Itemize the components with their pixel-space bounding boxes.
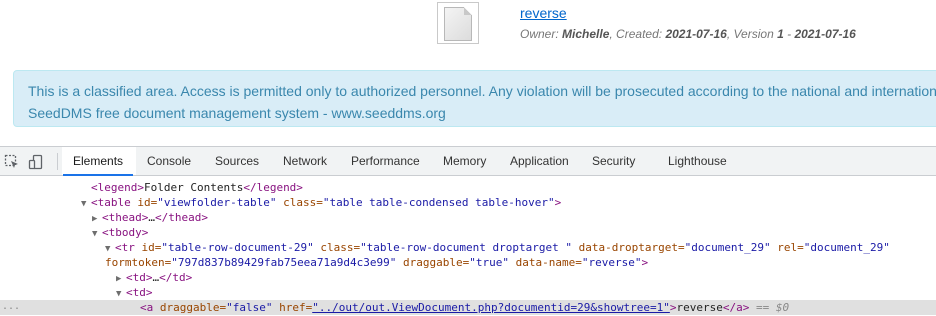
device-toolbar-icon[interactable]	[28, 154, 44, 170]
owner-label: Owner:	[520, 27, 559, 41]
tree-node-tr[interactable]: ▼ <tr id="table-row-document-29" class="t…	[105, 240, 890, 255]
tab-network[interactable]: Network	[283, 147, 327, 175]
equals-marker: ==	[749, 301, 776, 314]
version-date: 2021-07-16	[794, 27, 856, 41]
toolbar-separator	[57, 153, 58, 170]
tag-close: </legend>	[243, 181, 303, 194]
attr-value: "797d837b89429fab75eea71a9d4c3e99"	[171, 256, 397, 269]
node-text: Folder Contents	[143, 181, 244, 194]
attr-name: id=	[134, 241, 162, 254]
alert-line-2: SeedDMS free document management system …	[28, 105, 446, 121]
attr-name: draggable=	[153, 301, 227, 314]
clipped-line	[300, 177, 800, 179]
tag-open: <tr	[115, 241, 135, 254]
tree-node-td-collapsed[interactable]: ▶ <td>…</td>	[116, 270, 192, 285]
tab-performance[interactable]: Performance	[351, 147, 420, 175]
tag-close: </a>	[722, 301, 750, 314]
owner-value: Michelle	[562, 27, 610, 41]
tag-open: <td>	[126, 271, 153, 284]
devtools-toolbar: Elements Console Sources Network Perform…	[0, 147, 936, 176]
gutter-ellipsis-icon[interactable]: ...	[2, 301, 20, 313]
attr-value: "false"	[226, 301, 273, 314]
tag-open: <table	[91, 196, 131, 209]
tree-node-thead[interactable]: ▶ <thead>…</thead>	[92, 210, 208, 225]
tab-lighthouse[interactable]: Lighthouse	[668, 147, 727, 175]
tag-end: >	[641, 256, 649, 269]
tree-node-legend[interactable]: <legend>Folder Contents</legend>	[91, 180, 303, 195]
tree-node-td[interactable]: ▼ <td>	[116, 285, 153, 300]
document-icon	[444, 7, 472, 41]
tag-open: <a	[140, 301, 154, 314]
alert-line-1: This is a classified area. Access is per…	[28, 83, 936, 99]
collapsed-ellipsis: …	[148, 211, 155, 224]
attr-name: formtoken=	[105, 256, 172, 269]
elements-tree: <legend>Folder Contents</legend> ▼ <table…	[0, 177, 936, 316]
tag-close: </td>	[159, 271, 193, 284]
tag-open: <tbody>	[102, 226, 149, 239]
document-thumbnail[interactable]	[437, 2, 479, 44]
tag-close: </thead>	[154, 211, 208, 224]
attr-name: data-name=	[509, 256, 582, 269]
version-label: , Version	[726, 27, 774, 41]
tab-security[interactable]: Security	[592, 147, 635, 175]
attr-value: "true"	[469, 256, 510, 269]
created-value: 2021-07-16	[665, 27, 727, 41]
expand-down-icon[interactable]: ▼	[81, 197, 91, 212]
version-sep: -	[783, 27, 795, 41]
tag-end: >	[554, 196, 562, 209]
attr-name: rel=	[770, 241, 804, 254]
page-area: reverse Owner: Michelle, Created: 2021-0…	[0, 0, 936, 146]
tab-elements[interactable]: Elements	[62, 147, 134, 176]
attr-name: draggable=	[396, 256, 470, 269]
attr-name: href=	[272, 301, 313, 314]
attr-name: class=	[313, 241, 361, 254]
tag-open: <thead>	[102, 211, 149, 224]
version-value: 1	[777, 27, 784, 41]
document-meta: Owner: Michelle, Created: 2021-07-16, Ve…	[520, 27, 856, 41]
attr-name: id=	[130, 196, 158, 209]
tree-node-tr-continued: formtoken="797d837b89429fab75eea71a9d4c3…	[105, 255, 648, 270]
attr-value: "table-row-document-29"	[161, 241, 314, 254]
tree-node-tbody[interactable]: ▼ <tbody>	[92, 225, 148, 240]
devtools-panel: Elements Console Sources Network Perform…	[0, 146, 936, 316]
attr-value: "reverse"	[581, 256, 642, 269]
attr-value: "table-row-document droptarget "	[360, 241, 572, 254]
attr-value: "document_29"	[803, 241, 890, 254]
created-label: , Created:	[609, 27, 663, 41]
attr-value: "document_29"	[684, 241, 771, 254]
attr-name: data-droptarget=	[571, 241, 685, 254]
console-ref: $0	[775, 301, 790, 314]
tab-console[interactable]: Console	[147, 147, 191, 175]
tab-application[interactable]: Application	[510, 147, 569, 175]
attr-value: "viewfolder-table"	[157, 196, 277, 209]
node-text: reverse	[676, 301, 723, 314]
tab-memory[interactable]: Memory	[443, 147, 486, 175]
classified-alert: This is a classified area. Access is per…	[13, 70, 936, 127]
href-link[interactable]: "../out/out.ViewDocument.php?documentid=…	[312, 301, 670, 314]
tree-node-a-selected[interactable]: <a draggable="false" href="../out/out.Vi…	[0, 300, 936, 315]
attr-value: "table table-condensed table-hover"	[322, 196, 555, 209]
tab-sources[interactable]: Sources	[215, 147, 259, 175]
inspect-icon[interactable]	[4, 154, 20, 170]
tree-node-table[interactable]: ▼ <table id="viewfolder-table" class="tab…	[81, 195, 561, 210]
tag-open: <legend>	[91, 181, 144, 194]
attr-name: class=	[276, 196, 323, 209]
document-link[interactable]: reverse	[520, 5, 567, 21]
expand-down-icon[interactable]: ▼	[92, 227, 102, 242]
tag-open: <td>	[126, 286, 153, 299]
